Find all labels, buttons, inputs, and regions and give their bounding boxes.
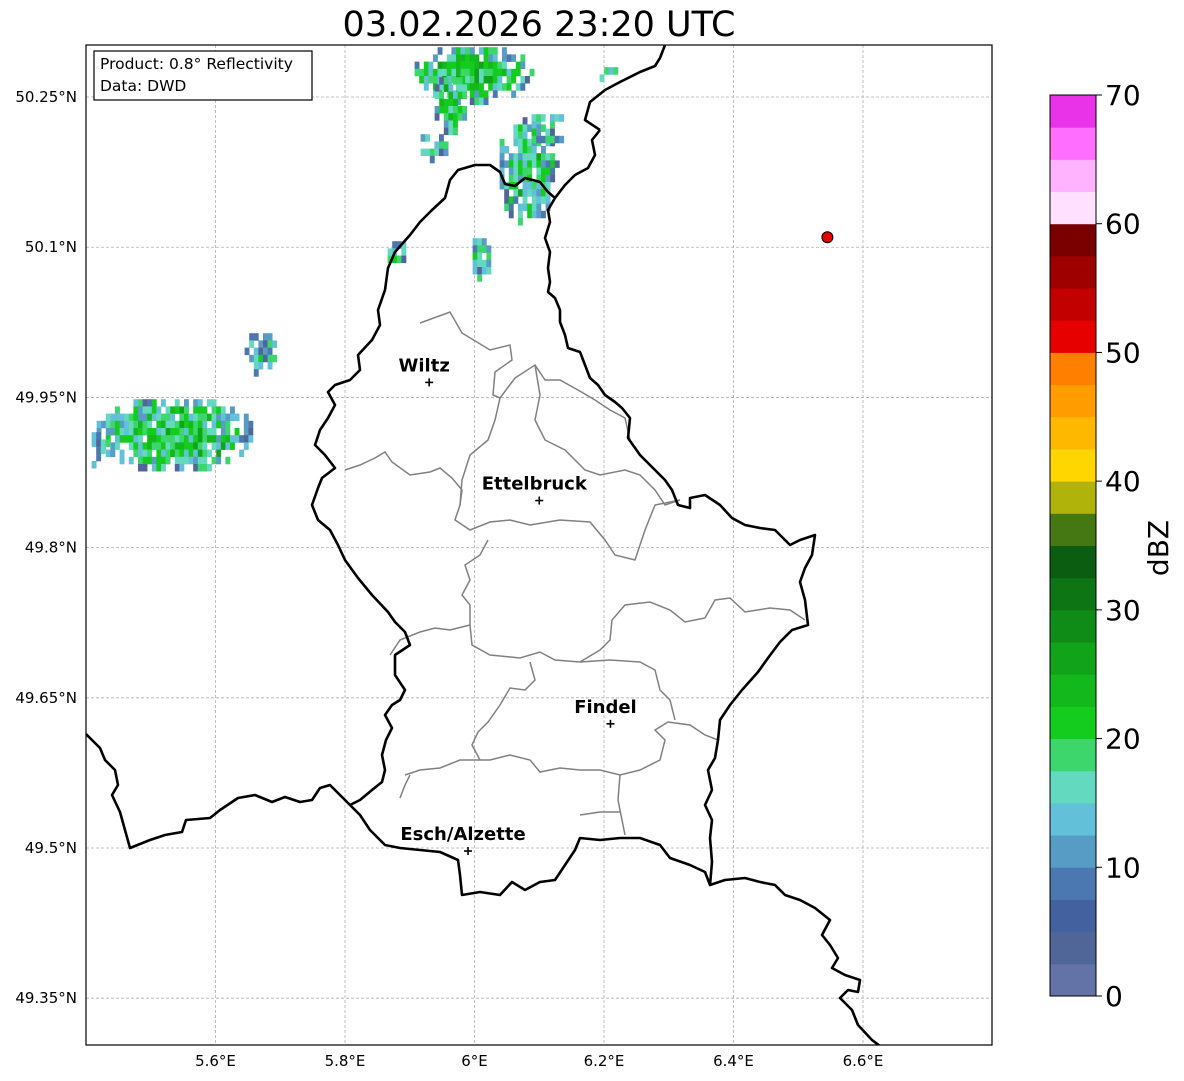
colorbar-segment bbox=[1050, 867, 1096, 900]
colorbar-segment bbox=[1050, 95, 1096, 128]
colorbar-tick-label: 40 bbox=[1105, 465, 1141, 498]
colorbar-segment bbox=[1050, 706, 1096, 740]
lat-tick-label: 49.5°N bbox=[25, 839, 77, 857]
colorbar-segment bbox=[1050, 931, 1096, 965]
colorbar: 0 10 20 30 40 50 60 70 bbox=[1049, 79, 1141, 1013]
lat-tick-label: 49.95°N bbox=[15, 388, 77, 406]
colorbar-segment bbox=[1050, 223, 1096, 257]
colorbar-segment bbox=[1050, 320, 1096, 353]
colorbar-segment bbox=[1050, 899, 1096, 933]
colorbar-segment bbox=[1050, 513, 1096, 546]
colorbar-unit-label: dBZ bbox=[1142, 520, 1175, 576]
latitude-axis: 50.25°N 50.1°N 49.95°N 49.8°N 49.65°N 49.5°N 4… bbox=[15, 88, 77, 1007]
colorbar-segment bbox=[1050, 416, 1096, 450]
longitude-axis: 5.6°E 5.8°E 6°E 6.2°E 6.4°E 6.6°E bbox=[195, 1052, 883, 1070]
info-data-source: Data: DWD bbox=[100, 77, 186, 95]
colorbar-tick-label: 20 bbox=[1105, 723, 1141, 756]
colorbar-tick-label: 0 bbox=[1105, 980, 1123, 1013]
colorbar-segment bbox=[1050, 642, 1096, 675]
colorbar-segment bbox=[1050, 738, 1096, 772]
lat-tick-label: 49.65°N bbox=[15, 689, 77, 707]
colorbar-segment bbox=[1050, 609, 1096, 643]
city-label: Esch/Alzette bbox=[400, 824, 525, 845]
lon-tick-label: 6.4°E bbox=[713, 1052, 754, 1070]
colorbar-segment bbox=[1050, 384, 1096, 418]
city-label: Ettelbruck bbox=[482, 474, 588, 495]
lat-tick-label: 49.8°N bbox=[25, 539, 77, 557]
colorbar-segment bbox=[1050, 674, 1096, 707]
colorbar-segment bbox=[1050, 191, 1096, 225]
colorbar-tick-label: 60 bbox=[1105, 208, 1141, 241]
info-product: Product: 0.8° Reflectivity bbox=[100, 55, 293, 73]
colorbar-segment bbox=[1050, 127, 1096, 160]
colorbar-segment bbox=[1050, 802, 1096, 836]
colorbar-segment bbox=[1050, 577, 1096, 611]
colorbar-segment bbox=[1050, 448, 1096, 482]
colorbar-segment bbox=[1050, 835, 1096, 868]
lat-tick-label: 50.25°N bbox=[15, 88, 77, 106]
lon-tick-label: 5.6°E bbox=[195, 1052, 236, 1070]
lon-tick-label: 6.2°E bbox=[584, 1052, 625, 1070]
colorbar-segment bbox=[1050, 481, 1096, 514]
lon-tick-label: 6.6°E bbox=[843, 1052, 884, 1070]
colorbar-segment bbox=[1050, 352, 1096, 386]
colorbar-segment bbox=[1050, 288, 1096, 321]
radar-map-figure: 50.25°N 50.1°N 49.95°N 49.8°N 49.65°N 49.5°N 4… bbox=[15, 44, 1175, 1070]
location-marker[interactable] bbox=[821, 231, 834, 244]
colorbar-tick-label: 30 bbox=[1105, 594, 1141, 627]
colorbar-tick-label: 10 bbox=[1105, 851, 1141, 884]
info-box: Product: 0.8° Reflectivity Data: DWD bbox=[93, 50, 313, 101]
city-label: Wiltz bbox=[399, 355, 450, 376]
colorbar-segment bbox=[1050, 770, 1096, 804]
colorbar-segment bbox=[1050, 159, 1096, 193]
colorbar-tick-label: 50 bbox=[1105, 336, 1141, 369]
city-label: Findel bbox=[574, 697, 637, 718]
colorbar-segment bbox=[1050, 255, 1096, 289]
lon-tick-label: 6°E bbox=[461, 1052, 488, 1070]
lat-tick-label: 50.1°N bbox=[25, 238, 77, 256]
lat-tick-label: 49.35°N bbox=[15, 989, 77, 1007]
colorbar-tick-label: 70 bbox=[1105, 79, 1141, 112]
lon-tick-label: 5.8°E bbox=[325, 1052, 366, 1070]
colorbar-segment bbox=[1050, 963, 1096, 997]
colorbar-segment bbox=[1050, 545, 1096, 579]
